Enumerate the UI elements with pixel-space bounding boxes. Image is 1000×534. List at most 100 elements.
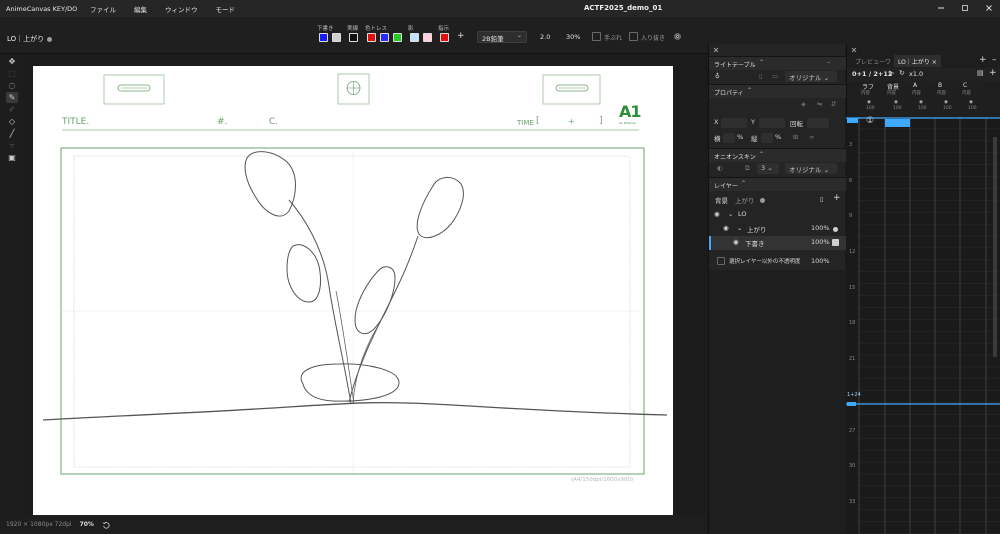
trash-icon[interactable]: ▯ (759, 72, 763, 80)
layer-header[interactable]: レイヤー ⌃ (709, 177, 846, 191)
menu-edit[interactable]: 編集 (134, 4, 147, 14)
non-selected-opacity-value[interactable]: 100% (811, 257, 830, 265)
layer-item-shitagaki[interactable]: ◉ 下書き 100% (709, 236, 846, 250)
pressure-checkbox[interactable] (629, 32, 638, 41)
layer-item-agari[interactable]: ◉ ⌄ 上がり 100% (709, 222, 846, 236)
layout-paper[interactable]: TITLE. #. C. TIME [ + ] A1 A1 Pictures (… (33, 66, 673, 517)
chevron-down-icon[interactable]: ⌄ (737, 224, 742, 232)
tab-timesheet[interactable]: LO｜上がり × (894, 55, 941, 67)
gear-icon[interactable] (673, 32, 682, 41)
eraser-icon[interactable]: ◇ (6, 116, 18, 127)
add-color-button[interactable]: + (457, 31, 465, 41)
select-icon[interactable]: ⬚ (6, 68, 18, 79)
trash-icon[interactable]: ▯ (820, 195, 824, 203)
color-swatch[interactable] (410, 33, 419, 42)
tab-previewer[interactable]: プレビューワ (851, 55, 895, 67)
timesheet-grid[interactable] (846, 117, 1000, 534)
tool-palette: ✥ ⬚ ◌ ✎ ✐ ◇ ╱ ▿ ▣ (0, 54, 23, 524)
frame-number: 1+24 (847, 392, 861, 398)
property-header[interactable]: プロパティ ⌃ (709, 84, 846, 98)
eye-icon[interactable]: ◉ (723, 224, 729, 232)
x-field[interactable] (721, 118, 747, 128)
brush-icon[interactable]: ✐ (6, 104, 18, 115)
pencil-select[interactable]: 2B鉛筆 ⌄ (477, 31, 527, 43)
image-icon[interactable]: ▣ (6, 152, 18, 163)
menu-file[interactable]: ファイル (90, 4, 116, 14)
pencil-select-value: 2B鉛筆 (482, 35, 504, 43)
layer-item-lo[interactable]: ◉ ⌄ LO (709, 208, 846, 222)
chevron-down-icon[interactable]: ⌄ (728, 210, 733, 218)
onion-count-dropdown[interactable]: 3 ⌄ (757, 163, 779, 174)
layer-status-dot (47, 36, 53, 42)
onion-color-dropdown[interactable]: オリジナル ⌄ (785, 163, 837, 174)
light-table-header[interactable]: ライトテーブル ⌃ – (709, 56, 846, 70)
flip-h-icon[interactable]: ⇋ (817, 100, 822, 108)
maximize-icon[interactable] (960, 3, 970, 13)
brush-size-value[interactable]: 2.0 (540, 33, 550, 41)
column-header[interactable]: B 内容 ◉ 100 (936, 81, 960, 115)
peg-box-left (103, 74, 165, 105)
menu-mode[interactable]: モード (216, 4, 236, 14)
width-field[interactable] (723, 133, 735, 143)
link-icon[interactable]: ∞ (809, 133, 814, 141)
lock-icon[interactable]: ◈ (801, 100, 806, 108)
close-panel-icon[interactable] (851, 47, 857, 53)
frame-number: 15 (849, 285, 856, 291)
close-window-icon[interactable] (984, 3, 994, 13)
reset-zoom-icon[interactable] (102, 521, 110, 529)
column-header[interactable]: C 内容 ◉ 100 (961, 81, 987, 115)
color-swatch[interactable] (423, 33, 432, 42)
brush-opacity-value[interactable]: 30% (566, 33, 580, 41)
color-swatch[interactable] (393, 33, 402, 42)
add-layer-button[interactable]: + (833, 193, 841, 203)
color-swatch[interactable] (367, 33, 376, 42)
minimize-panel-icon[interactable]: – (827, 59, 830, 66)
height-field[interactable] (761, 133, 773, 143)
menu-window[interactable]: ウィンドウ (165, 4, 198, 14)
fill-icon[interactable]: ▿ (6, 140, 18, 151)
reset-transform-icon[interactable]: ⊞ (793, 133, 798, 141)
color-swatch[interactable] (380, 33, 389, 42)
non-selected-opacity-checkbox[interactable] (717, 257, 725, 265)
swatch-group-label: 指示 (438, 26, 450, 32)
onion-skin-header[interactable]: オニオンスキン ⌃ (709, 148, 846, 162)
y-field[interactable] (759, 118, 785, 128)
eye-icon[interactable]: ◉ (733, 238, 739, 246)
move-icon[interactable]: ✥ (6, 56, 18, 67)
sheet-icon[interactable]: ▤ (977, 69, 984, 77)
height-label: 縦 (751, 135, 758, 143)
lightbulb-icon[interactable]: ♁ (715, 72, 720, 80)
loop-icon[interactable]: ↻ (899, 69, 905, 77)
play-icon[interactable]: ▷ (889, 69, 894, 77)
color-swatch[interactable] (349, 33, 358, 42)
color-swatch[interactable] (319, 33, 328, 42)
playback-speed[interactable]: x1.0 (909, 70, 923, 78)
column-header[interactable]: A 内容 ◉ 100 (911, 81, 935, 115)
light-table-dropdown[interactable]: オリジナル ⌄ (785, 71, 837, 82)
property-panel: ライトテーブル ⌃ – ♁ ▯ ▭ オリジナル ⌄ プロパティ ⌃ ◈ ⇋ ⇵ … (708, 44, 846, 534)
add-column-button[interactable]: + (989, 68, 997, 78)
pencil-icon[interactable]: ✎ (6, 92, 18, 103)
copy-icon[interactable]: ⧉ (745, 164, 750, 173)
column-header[interactable]: ラフ 内容 ◉ 100 (859, 81, 885, 115)
zoom-level[interactable]: 70% (80, 521, 94, 528)
clip-icon[interactable]: ▭ (772, 72, 778, 80)
color-swatch[interactable] (440, 33, 449, 42)
lasso-icon[interactable]: ◌ (6, 80, 18, 91)
close-tab-icon[interactable]: × (932, 59, 937, 66)
eye-icon[interactable]: ◉ (714, 210, 720, 218)
layer-bg-row[interactable]: 背景 上がり ▯ + (709, 193, 846, 207)
minimize-panel-icon[interactable]: – (992, 55, 997, 65)
flip-v-icon[interactable]: ⇵ (831, 100, 836, 108)
line-icon[interactable]: ╱ (6, 128, 18, 139)
layer-color-chip[interactable] (832, 239, 839, 246)
color-swatch[interactable] (332, 33, 341, 42)
minimize-icon[interactable] (936, 3, 946, 13)
column-header[interactable]: 背景 内容 ◉ 100 (886, 81, 910, 115)
add-tab-button[interactable]: + (979, 55, 987, 65)
onion-toggle-icon[interactable]: ◐ (717, 164, 723, 172)
close-panel-icon[interactable] (713, 47, 719, 53)
rotate-field[interactable] (807, 118, 829, 128)
eye-icon: ◉ (867, 100, 871, 105)
stabilizer-checkbox[interactable] (592, 32, 601, 41)
